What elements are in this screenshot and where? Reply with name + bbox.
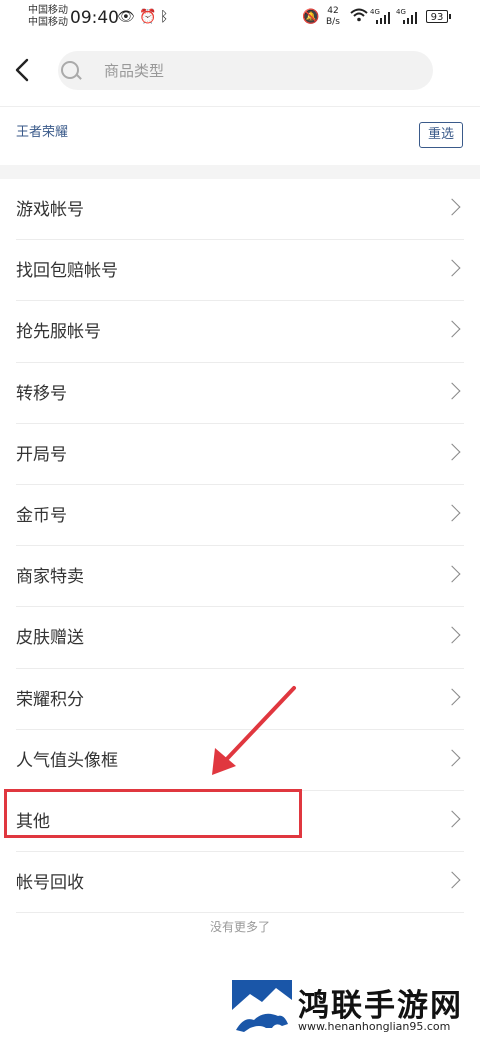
list-item-label: 找回包赔帐号	[16, 261, 118, 282]
chevron-right-icon	[443, 565, 461, 583]
no-more-text: 没有更多了	[209, 920, 270, 934]
chevron-right-icon	[443, 626, 461, 644]
list-item[interactable]: 人气值头像框	[16, 730, 464, 791]
list-item[interactable]: 抢先服帐号	[16, 301, 464, 363]
signal-icon	[376, 12, 392, 24]
list-item[interactable]: 金币号	[16, 485, 464, 547]
list-item[interactable]: 帐号回收	[16, 852, 464, 914]
back-arrow-icon	[15, 58, 29, 82]
list-item-label: 开局号	[16, 444, 67, 465]
chevron-right-icon	[443, 810, 461, 828]
list-item-label: 商家特卖	[16, 567, 84, 588]
chevron-right-icon	[443, 443, 461, 461]
signal-icon-2	[403, 12, 419, 24]
chevron-right-icon	[443, 871, 461, 889]
list-item[interactable]: 皮肤赠送	[16, 607, 464, 669]
chevron-right-icon	[443, 382, 461, 400]
list-item[interactable]: 转移号	[16, 363, 464, 424]
carrier-2: 中国移动	[28, 17, 68, 28]
network-speed: 42 B/s	[326, 6, 340, 28]
search-icon	[61, 61, 79, 79]
list-item-label: 转移号	[16, 383, 67, 404]
filter-row: 王者荣耀 重选	[0, 107, 480, 165]
highlight-box	[4, 789, 302, 838]
search-header	[0, 36, 480, 107]
bluetooth-icon: ᛒ	[160, 9, 169, 25]
search-input[interactable]	[102, 59, 356, 83]
clock: 09:40	[70, 8, 119, 28]
list-item[interactable]: 找回包赔帐号	[16, 240, 464, 302]
carrier-labels: 中国移动 中国移动	[28, 5, 68, 29]
mute-icon: 🔕	[302, 9, 320, 25]
list-item-label: 皮肤赠送	[16, 628, 84, 649]
reset-button[interactable]: 重选	[419, 122, 463, 148]
chevron-right-icon	[443, 749, 461, 767]
screen: 中国移动 中国移动 09:40 👁 ⏰ ᛒ 🔕 42 B/s 4G 4G 93	[0, 0, 480, 1040]
search-box[interactable]	[58, 51, 433, 90]
eye-icon: 👁	[117, 9, 135, 25]
watermark: 鸿联手游网 www.henanhonglian95.com	[232, 980, 472, 1038]
chevron-right-icon	[443, 320, 461, 338]
list-item-label: 抢先服帐号	[16, 322, 101, 343]
chevron-right-icon	[443, 259, 461, 277]
list-item[interactable]: 游戏帐号	[16, 179, 464, 241]
battery-icon: 93	[426, 10, 451, 23]
chevron-right-icon	[443, 688, 461, 705]
alarm-icon: ⏰	[139, 9, 157, 25]
chevron-right-icon	[443, 504, 461, 522]
network-speed-unit: B/s	[326, 17, 340, 27]
section-divider	[0, 165, 480, 179]
network-speed-value: 42	[327, 6, 339, 16]
list-item-label: 荣耀积分	[16, 689, 84, 710]
watermark-title: 鸿联手游网	[298, 988, 463, 1024]
list-item[interactable]: 开局号	[16, 424, 464, 485]
list-item[interactable]: 荣耀积分	[16, 669, 464, 730]
list-item-label: 金币号	[16, 505, 67, 526]
list-item[interactable]: 商家特卖	[16, 546, 464, 608]
back-button[interactable]	[10, 52, 38, 88]
list-item-label: 游戏帐号	[16, 200, 84, 220]
carrier-1: 中国移动	[28, 5, 68, 16]
wifi-icon	[350, 8, 368, 26]
watermark-logo	[232, 980, 292, 1036]
list-item-label: 人气值头像框	[16, 750, 118, 771]
watermark-url: www.henanhonglian95.com	[298, 1020, 451, 1033]
selected-game-tag[interactable]: 王者荣耀	[16, 121, 68, 140]
chevron-right-icon	[443, 198, 461, 216]
status-bar: 中国移动 中国移动 09:40 👁 ⏰ ᛒ 🔕 42 B/s 4G 4G 93	[0, 0, 480, 36]
list-item-label: 帐号回收	[16, 873, 84, 894]
